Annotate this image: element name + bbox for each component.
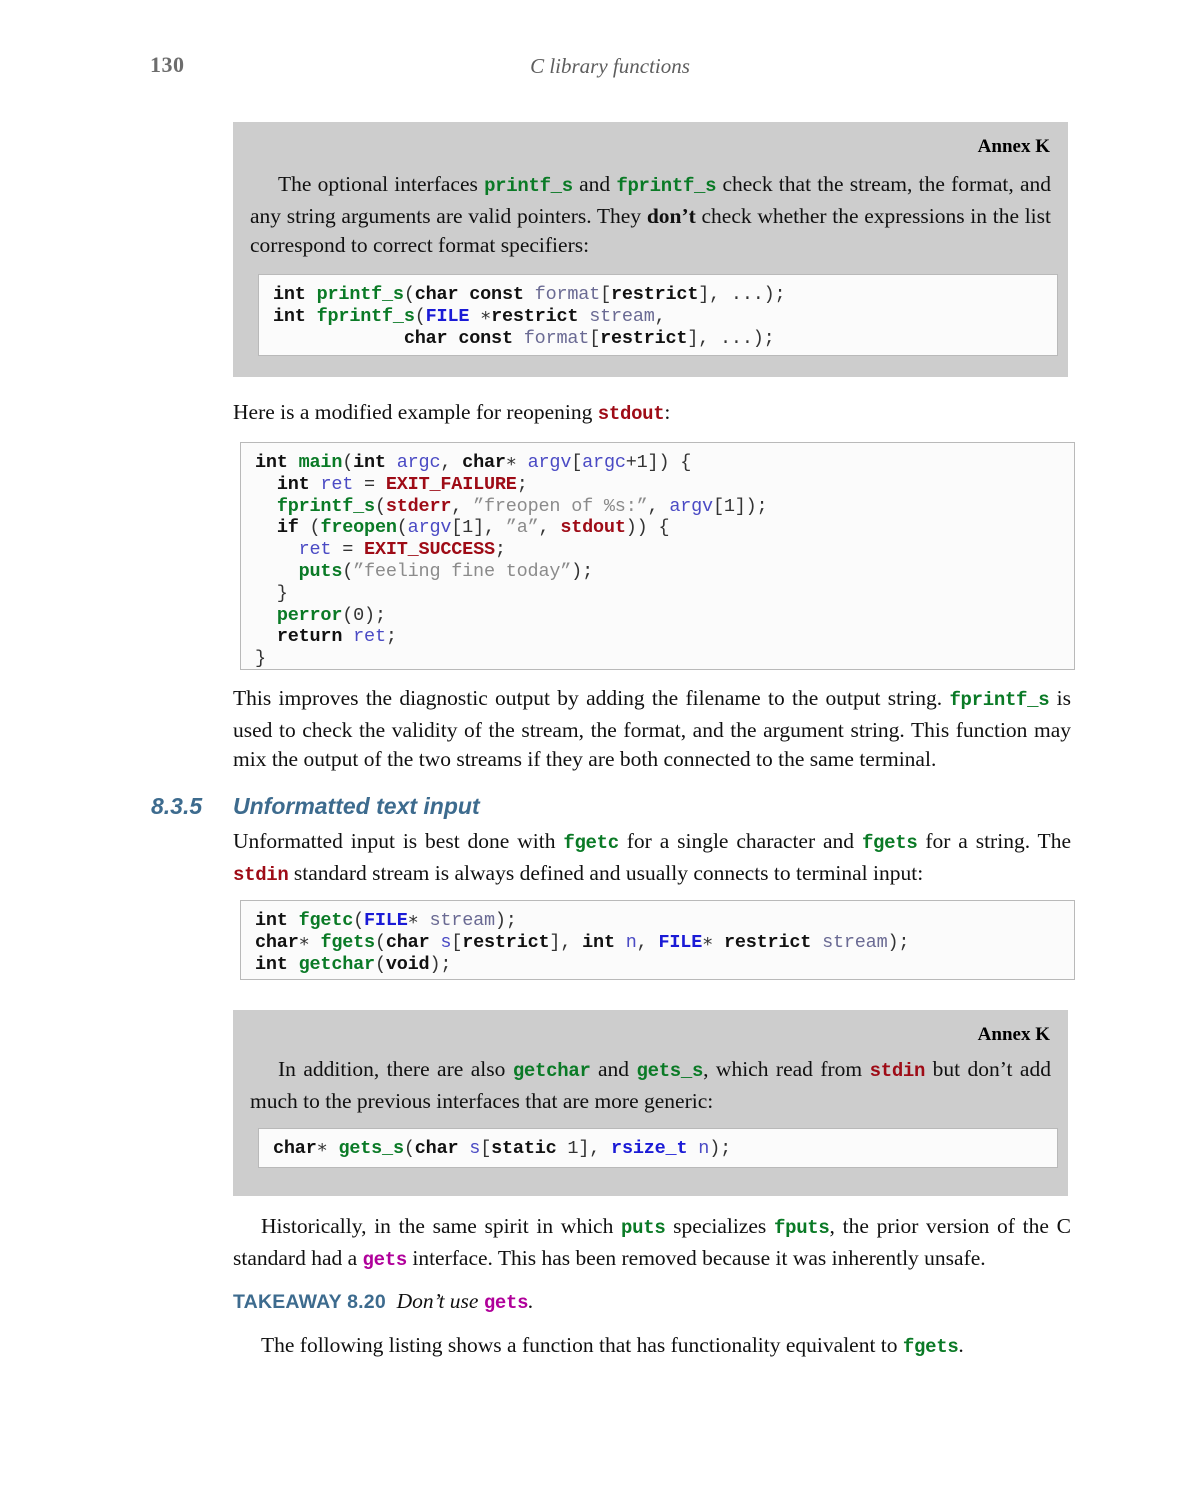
annex-k-label: Annex K: [977, 136, 1050, 157]
takeaway-text-after: .: [528, 1289, 534, 1313]
code-block-main-example: int main(int argc, char∗ argv[argc+1]) {…: [240, 442, 1075, 670]
annex-k-paragraph-1: The optional interfaces printf_s and fpr…: [250, 172, 1051, 257]
takeaway-code: gets: [483, 1292, 529, 1314]
annex-k-label: Annex K: [977, 1024, 1050, 1045]
inline-code: fprintf_s: [949, 689, 1050, 711]
code-lines: int printf_s(char const format[restrict]…: [273, 284, 786, 349]
inline-code: fgetc: [563, 832, 619, 854]
inline-code: don’t: [646, 203, 696, 228]
inline-code: fgets: [902, 1336, 959, 1358]
inline-code: stdin: [233, 863, 289, 886]
code-block-fgetc-fgets: int fgetc(FILE∗ stream); char∗ fgets(cha…: [240, 900, 1075, 980]
inline-code: fprintf_s: [616, 175, 717, 197]
section-heading: 8.3.5 Unformatted text input: [151, 793, 851, 823]
annex-k-panel-1: Annex K The optional interfaces printf_s…: [233, 122, 1068, 377]
paragraph-after-listing: This improves the diagnostic output by a…: [233, 686, 1071, 771]
inline-code: stdin: [869, 1060, 926, 1082]
inline-code: gets_s: [636, 1060, 704, 1082]
section-title: Unformatted text input: [233, 793, 480, 819]
running-title: C library functions: [530, 54, 690, 78]
code-block-gets-s: char∗ gets_s(char s[static 1], rsize_t n…: [258, 1128, 1058, 1168]
inline-code: gets: [362, 1248, 408, 1271]
code-lines: char∗ gets_s(char s[static 1], rsize_t n…: [273, 1138, 731, 1159]
historical-paragraph: Historically, in the same spirit in whic…: [233, 1214, 1071, 1271]
takeaway-label: TAKEAWAY 8.20: [233, 1291, 386, 1313]
code-lines: int fgetc(FILE∗ stream); char∗ fgets(cha…: [255, 910, 910, 975]
annex-k-panel-2: Annex K In addition, there are also getc…: [233, 1010, 1068, 1196]
inline-code: puts: [621, 1217, 666, 1239]
closing-paragraph: The following listing shows a function t…: [261, 1333, 964, 1358]
code-block-printf-s: int printf_s(char const format[restrict]…: [258, 274, 1058, 356]
inline-code: fgets: [861, 832, 918, 854]
takeaway-text-before: Don’t use: [396, 1289, 484, 1313]
annex-k-paragraph-2: In addition, there are also getchar and …: [250, 1057, 1051, 1113]
inline-code: getchar: [512, 1060, 591, 1082]
inline-code: fputs: [774, 1217, 830, 1239]
takeaway-8-20: TAKEAWAY 8.20 Don’t use gets.: [233, 1287, 1071, 1318]
document-page: 130 C library functions Annex K The opti…: [0, 0, 1196, 1500]
code-lines: int main(int argc, char∗ argv[argc+1]) {…: [255, 452, 768, 670]
inline-code: printf_s: [484, 175, 573, 197]
section-paragraph: Unformatted input is best done with fget…: [233, 829, 1071, 886]
lead-in-paragraph: Here is a modified example for reopening…: [233, 400, 671, 425]
inline-code: stdout: [597, 403, 665, 425]
section-number: 8.3.5: [151, 793, 203, 819]
running-head: 130 C library functions: [150, 52, 1070, 86]
